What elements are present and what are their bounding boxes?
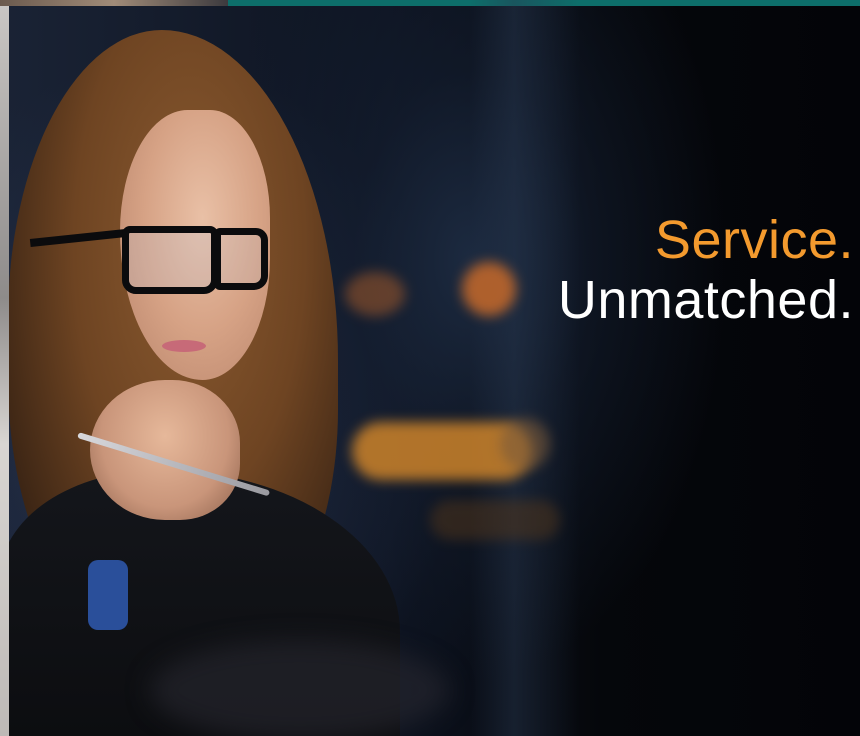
headline-unmatched: Unmatched. [557, 270, 854, 331]
headline-service: Service. [654, 210, 854, 270]
hero-photo-woman [0, 0, 450, 736]
bokeh-light [462, 262, 516, 316]
glasses-lens-right [214, 228, 268, 290]
shoulder-shadow [150, 640, 450, 736]
left-photo-edge [0, 6, 9, 736]
bokeh-light [430, 500, 560, 540]
background-window-frame [470, 0, 580, 736]
hero-banner: Service. Unmatched. [0, 0, 860, 736]
bokeh-light [500, 418, 550, 470]
lips [162, 340, 206, 352]
hand [90, 380, 240, 520]
blouse [88, 560, 128, 630]
glasses-icon [122, 226, 218, 294]
hero-headline: Service. Unmatched. [558, 210, 854, 331]
